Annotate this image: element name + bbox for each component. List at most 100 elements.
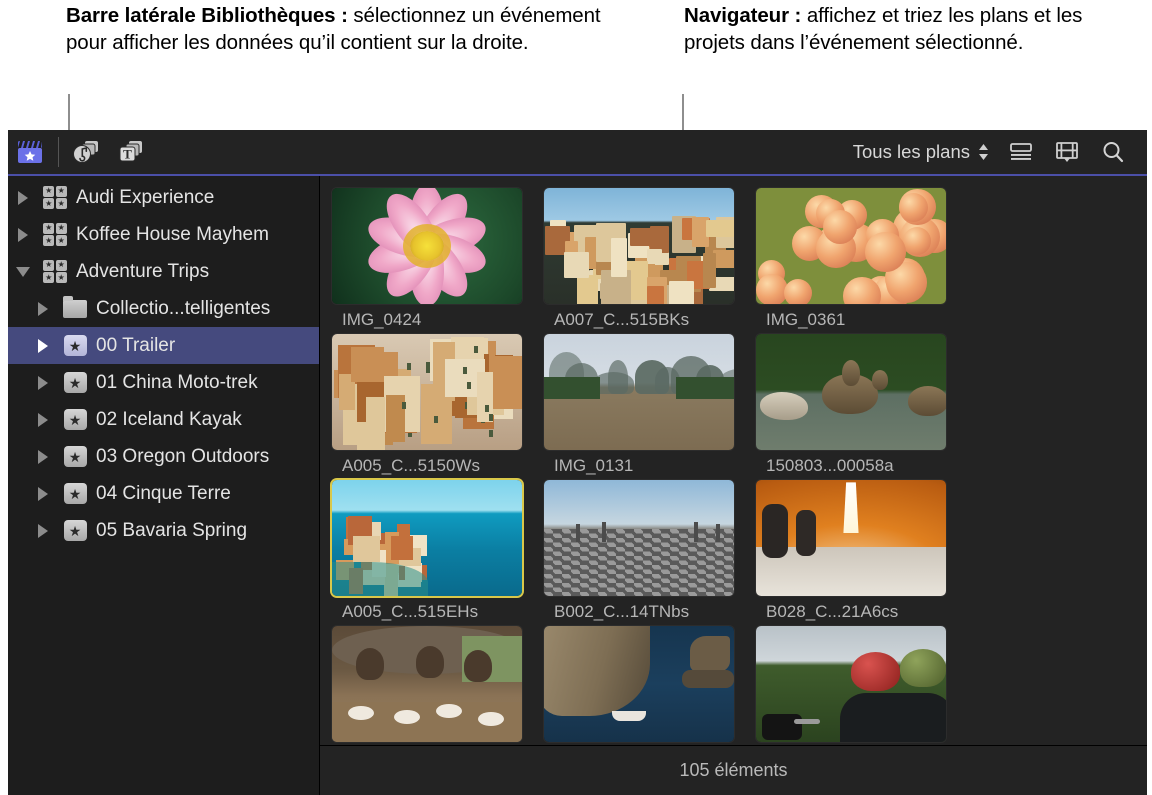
clip-cell[interactable] xyxy=(332,626,544,745)
sidebar-item-audi-experience[interactable]: ★★★★Audi Experience xyxy=(8,179,319,216)
clip-cell[interactable]: A005_C...5150Ws xyxy=(332,334,544,476)
search-icon xyxy=(1101,140,1125,164)
clip-thumbnail-image xyxy=(756,334,946,450)
clip-thumbnail-image xyxy=(332,188,522,304)
clip-name-label: IMG_0424 xyxy=(332,304,544,330)
sidebar-item-05-bavaria-spring[interactable]: ★05 Bavaria Spring xyxy=(8,512,319,549)
clip-thumbnail[interactable] xyxy=(756,480,946,596)
folder-icon xyxy=(58,300,92,318)
sidebar-item-00-trailer[interactable]: ★00 Trailer xyxy=(8,327,319,364)
clip-thumbnail[interactable] xyxy=(332,626,522,742)
sidebar-item-label: 04 Cinque Terre xyxy=(92,483,231,505)
clip-cell[interactable]: B028_C...21A6cs xyxy=(756,480,968,622)
search-button[interactable] xyxy=(1091,132,1135,172)
disclosure-triangle-closed-icon[interactable] xyxy=(28,376,58,390)
sidebar-item-label: Koffee House Mayhem xyxy=(72,224,269,246)
sidebar-item-label: Collectio...telligentes xyxy=(92,298,270,320)
clip-thumbnail[interactable] xyxy=(756,626,946,742)
clip-thumbnail-image xyxy=(756,626,946,742)
clip-cell[interactable] xyxy=(756,626,968,745)
browser-pane: IMG_0424A007_C...515BKsIMG_0361 A005_C...… xyxy=(320,176,1147,795)
clip-thumbnail[interactable] xyxy=(332,334,522,450)
sidebar-item-02-iceland-kayak[interactable]: ★02 Iceland Kayak xyxy=(8,401,319,438)
disclosure-triangle-closed-icon[interactable] xyxy=(8,191,38,205)
sidebar-item-label: 01 China Moto-trek xyxy=(92,372,258,394)
clip-cell[interactable]: A005_C...515EHs xyxy=(332,480,544,622)
list-view-icon xyxy=(1008,142,1034,162)
clip-name-label: B028_C...21A6cs xyxy=(756,596,968,622)
clip-thumbnail-image xyxy=(544,480,734,596)
event-star-icon: ★ xyxy=(58,372,92,393)
disclosure-triangle-closed-icon[interactable] xyxy=(28,339,58,353)
event-star-icon: ★ xyxy=(58,335,92,356)
photos-and-audio-icon xyxy=(72,138,102,166)
callout-sidebar: Barre latérale Bibliothèques : sélection… xyxy=(66,2,646,56)
clip-cell[interactable]: IMG_0424 xyxy=(332,188,544,330)
sidebar-item-label: 02 Iceland Kayak xyxy=(92,409,242,431)
disclosure-triangle-closed-icon[interactable] xyxy=(28,450,58,464)
clapperboard-star-icon xyxy=(16,139,44,165)
sidebar-item-03-oregon-outdoors[interactable]: ★03 Oregon Outdoors xyxy=(8,438,319,475)
disclosure-triangle-closed-icon[interactable] xyxy=(28,487,58,501)
clip-name-label: A005_C...515EHs xyxy=(332,596,544,622)
clip-thumbnail-image xyxy=(756,188,946,304)
filmstrip-view-icon xyxy=(1054,141,1080,163)
clip-name-label: IMG_0131 xyxy=(544,450,756,476)
sidebar-item-label: 05 Bavaria Spring xyxy=(92,520,247,542)
event-star-icon: ★ xyxy=(58,483,92,504)
toolbar-left-group: T xyxy=(8,130,153,174)
clip-thumbnail[interactable] xyxy=(756,188,946,304)
clip-thumbnail[interactable] xyxy=(544,334,734,450)
clip-cell[interactable] xyxy=(544,626,756,745)
window-body: ★★★★Audi Experience★★★★Koffee House Mayh… xyxy=(8,176,1147,795)
clip-cell[interactable]: IMG_0131 xyxy=(544,334,756,476)
sidebar-item-collectio-telligentes[interactable]: Collectio...telligentes xyxy=(8,290,319,327)
filmstrip-view-button[interactable] xyxy=(1045,132,1089,172)
photos-audio-button[interactable] xyxy=(65,130,109,175)
toolbar: T Tous les plans xyxy=(8,130,1147,176)
clip-cell[interactable]: A007_C...515BKs xyxy=(544,188,756,330)
disclosure-triangle-open-icon[interactable] xyxy=(8,267,38,277)
clip-thumbnail[interactable] xyxy=(332,188,522,304)
sidebar-item-label: 00 Trailer xyxy=(92,335,175,357)
list-view-button[interactable] xyxy=(999,132,1043,172)
sidebar-item-label: 03 Oregon Outdoors xyxy=(92,446,269,468)
clip-cell[interactable]: B002_C...14TNbs xyxy=(544,480,756,622)
clip-name-label: A007_C...515BKs xyxy=(544,304,756,330)
clip-thumbnail-image xyxy=(544,334,734,450)
titles-generators-button[interactable]: T xyxy=(109,130,153,175)
clip-thumbnail-image xyxy=(756,480,946,596)
sidebar-item-04-cinque-terre[interactable]: ★04 Cinque Terre xyxy=(8,475,319,512)
libraries-sidebar[interactable]: ★★★★Audi Experience★★★★Koffee House Mayh… xyxy=(8,176,320,795)
sidebar-item-adventure-trips[interactable]: ★★★★Adventure Trips xyxy=(8,253,319,290)
callout-sidebar-title: Barre latérale Bibliothèques : xyxy=(66,4,348,27)
library-sidebar-button[interactable] xyxy=(8,130,52,175)
clip-filter-popup[interactable]: Tous les plans xyxy=(845,135,997,169)
sidebar-item-koffee-house-mayhem[interactable]: ★★★★Koffee House Mayhem xyxy=(8,216,319,253)
clip-cell[interactable]: 150803...00058a xyxy=(756,334,968,476)
clip-name-label: A005_C...5150Ws xyxy=(332,450,544,476)
chevron-up-down-icon xyxy=(978,143,989,161)
event-star-icon: ★ xyxy=(58,446,92,467)
clip-grid[interactable]: IMG_0424A007_C...515BKsIMG_0361 A005_C...… xyxy=(320,176,1147,745)
clip-thumbnail[interactable] xyxy=(544,626,734,742)
clip-thumbnail-image xyxy=(332,480,522,596)
disclosure-triangle-closed-icon[interactable] xyxy=(28,524,58,538)
clip-thumbnail[interactable] xyxy=(544,480,734,596)
library-icon: ★★★★ xyxy=(38,186,72,210)
clip-filter-label: Tous les plans xyxy=(853,141,970,163)
clip-thumbnail[interactable] xyxy=(544,188,734,304)
sidebar-item-label: Audi Experience xyxy=(72,187,214,209)
clip-thumbnail-image xyxy=(544,188,734,304)
clip-cell[interactable]: IMG_0361 xyxy=(756,188,968,330)
clip-thumbnail[interactable] xyxy=(332,480,522,596)
disclosure-triangle-closed-icon[interactable] xyxy=(8,228,38,242)
clip-thumbnail[interactable] xyxy=(756,334,946,450)
sidebar-item-01-china-moto-trek[interactable]: ★01 China Moto-trek xyxy=(8,364,319,401)
item-count-label: 105 éléments xyxy=(679,760,787,781)
callout-browser: Navigateur : affichez et triez les plans… xyxy=(684,2,1084,56)
disclosure-triangle-closed-icon[interactable] xyxy=(28,302,58,316)
disclosure-triangle-closed-icon[interactable] xyxy=(28,413,58,427)
clip-name-label: B002_C...14TNbs xyxy=(544,596,756,622)
callout-browser-title: Navigateur : xyxy=(684,4,801,27)
